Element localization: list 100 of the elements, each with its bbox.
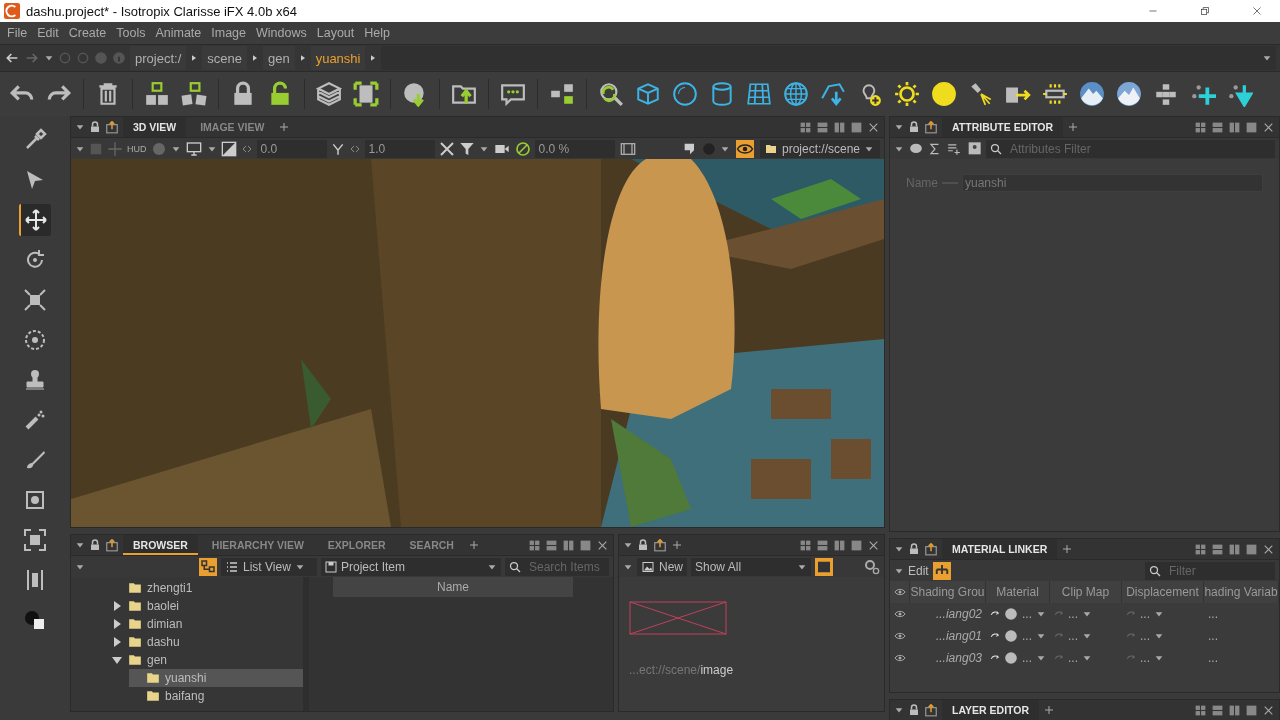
- lock-icon[interactable]: [908, 542, 920, 556]
- eye-icon[interactable]: [894, 608, 906, 620]
- detach-icon[interactable]: [105, 120, 119, 134]
- collapse-caret-icon[interactable]: [894, 122, 904, 132]
- cell-value[interactable]: ...: [1068, 607, 1078, 621]
- columns-layout-icon[interactable]: [1228, 120, 1241, 134]
- restore-icon[interactable]: [1198, 4, 1212, 18]
- add-tab-icon[interactable]: [467, 539, 480, 551]
- cell-value[interactable]: ...: [1208, 651, 1218, 665]
- panel-tab[interactable]: IMAGE VIEW: [190, 117, 275, 137]
- film-icon[interactable]: [618, 140, 637, 157]
- cell-value[interactable]: ...: [1022, 607, 1032, 621]
- curve-import-icon[interactable]: [820, 81, 846, 107]
- detach-icon[interactable]: [105, 538, 119, 552]
- detach-icon[interactable]: [924, 120, 938, 134]
- breadcrumb[interactable]: project:/: [130, 46, 187, 70]
- item-type-dropdown[interactable]: Project Item: [321, 557, 501, 576]
- menu-item[interactable]: Animate: [150, 26, 207, 40]
- collapse-caret-icon[interactable]: [894, 705, 904, 715]
- cell-value[interactable]: ...: [1140, 629, 1150, 643]
- lock-icon[interactable]: [89, 538, 101, 552]
- caret-icon[interactable]: [1036, 609, 1046, 619]
- panel-tab[interactable]: HIERARCHY VIEW: [201, 535, 314, 555]
- add-tab-icon[interactable]: [1067, 121, 1080, 133]
- menu-item[interactable]: Layout: [311, 26, 360, 40]
- panel-tab[interactable]: 3D VIEW: [123, 117, 187, 137]
- grid-layout-icon[interactable]: [528, 538, 541, 552]
- dropdown-caret-icon[interactable]: [44, 53, 54, 63]
- menu-item[interactable]: Windows: [251, 26, 312, 40]
- add-tab-icon[interactable]: [1043, 704, 1056, 716]
- collapse-caret-icon[interactable]: [75, 540, 85, 550]
- column-header[interactable]: Name: [333, 577, 573, 597]
- rows-layout-icon[interactable]: [545, 538, 558, 552]
- cross-dots-icon[interactable]: [1153, 81, 1179, 107]
- cube-icon[interactable]: [635, 81, 661, 107]
- column-header[interactable]: Displacement: [1122, 581, 1204, 603]
- maximize-panel-icon[interactable]: [1245, 542, 1258, 556]
- column-header[interactable]: hading Variab: [1204, 581, 1279, 603]
- detach-icon[interactable]: [924, 703, 938, 717]
- columns-layout-icon[interactable]: [833, 538, 846, 552]
- grid-layout-icon[interactable]: [1194, 703, 1207, 717]
- rows-layout-icon[interactable]: [1211, 542, 1224, 556]
- monitor-icon[interactable]: [184, 140, 203, 157]
- hud-label[interactable]: HUD: [127, 143, 147, 154]
- tree-item[interactable]: yuanshi: [129, 669, 303, 687]
- add-tab-icon[interactable]: [1061, 543, 1074, 555]
- exposure-field[interactable]: 0.0: [256, 139, 327, 158]
- frame-icon[interactable]: [353, 81, 379, 107]
- menu-item[interactable]: Edit: [32, 26, 64, 40]
- lock-icon[interactable]: [908, 703, 920, 717]
- settings-icon[interactable]: [864, 558, 880, 575]
- tree-item[interactable]: gen: [111, 651, 303, 669]
- lock-icon[interactable]: [89, 120, 101, 134]
- detach-icon[interactable]: [653, 538, 667, 552]
- menu-item[interactable]: Tools: [111, 26, 151, 40]
- collapse-caret-icon[interactable]: [894, 544, 904, 554]
- lock-icon[interactable]: [908, 120, 920, 134]
- sun-icon[interactable]: [894, 81, 920, 107]
- chevron-icon[interactable]: [250, 53, 259, 63]
- zoom-field[interactable]: 0.0 %: [534, 139, 615, 158]
- collapsed-arrow-icon[interactable]: [111, 600, 123, 612]
- caret-icon[interactable]: [1154, 631, 1164, 641]
- portrait-icon[interactable]: [966, 140, 982, 157]
- panel-tab[interactable]: LAYER EDITOR: [942, 700, 1040, 720]
- ungroup-icon[interactable]: [181, 81, 207, 107]
- detach-icon[interactable]: [924, 542, 938, 556]
- tree-item[interactable]: baolei: [111, 597, 303, 615]
- exposure-icon[interactable]: [220, 140, 237, 157]
- caret-icon[interactable]: [1154, 609, 1164, 619]
- box-icon[interactable]: [316, 81, 342, 107]
- maximize-panel-icon[interactable]: [850, 120, 863, 134]
- collapsed-arrow-icon[interactable]: [111, 618, 123, 630]
- comment-icon[interactable]: [908, 141, 924, 156]
- filter-dropdown[interactable]: Show All: [691, 557, 811, 576]
- rows-layout-icon[interactable]: [816, 120, 829, 134]
- sum-icon[interactable]: [928, 141, 942, 156]
- menu-item[interactable]: File: [2, 26, 33, 40]
- group-icon[interactable]: [144, 81, 170, 107]
- view-mode-dropdown[interactable]: List View: [221, 557, 317, 576]
- eye-icon[interactable]: [894, 630, 906, 642]
- cell-value[interactable]: ...: [1208, 629, 1218, 643]
- caret-icon[interactable]: [1082, 653, 1092, 663]
- nodes-icon[interactable]: [549, 81, 575, 107]
- context-dropdown[interactable]: project://scene: [760, 139, 880, 158]
- maximize-panel-icon[interactable]: [1245, 703, 1258, 717]
- menu-item[interactable]: Image: [206, 26, 252, 40]
- new-button[interactable]: New: [637, 557, 687, 576]
- panel-tab[interactable]: SEARCH: [399, 535, 464, 555]
- grid-icon[interactable]: [746, 81, 772, 107]
- light-bar-icon[interactable]: [1042, 81, 1068, 107]
- mountain-sphere-icon[interactable]: [1079, 81, 1105, 107]
- grid-layout-icon[interactable]: [799, 120, 812, 134]
- menu-item[interactable]: Help: [359, 26, 395, 40]
- maximize-panel-icon[interactable]: [579, 538, 592, 552]
- tree-item[interactable]: baifang: [129, 687, 303, 705]
- panel-tab[interactable]: BROWSER: [123, 535, 198, 555]
- add-tab-icon[interactable]: [278, 121, 291, 133]
- filter-icon[interactable]: [458, 140, 475, 157]
- no-render-icon[interactable]: [514, 140, 531, 157]
- grid-layout-icon[interactable]: [1194, 542, 1207, 556]
